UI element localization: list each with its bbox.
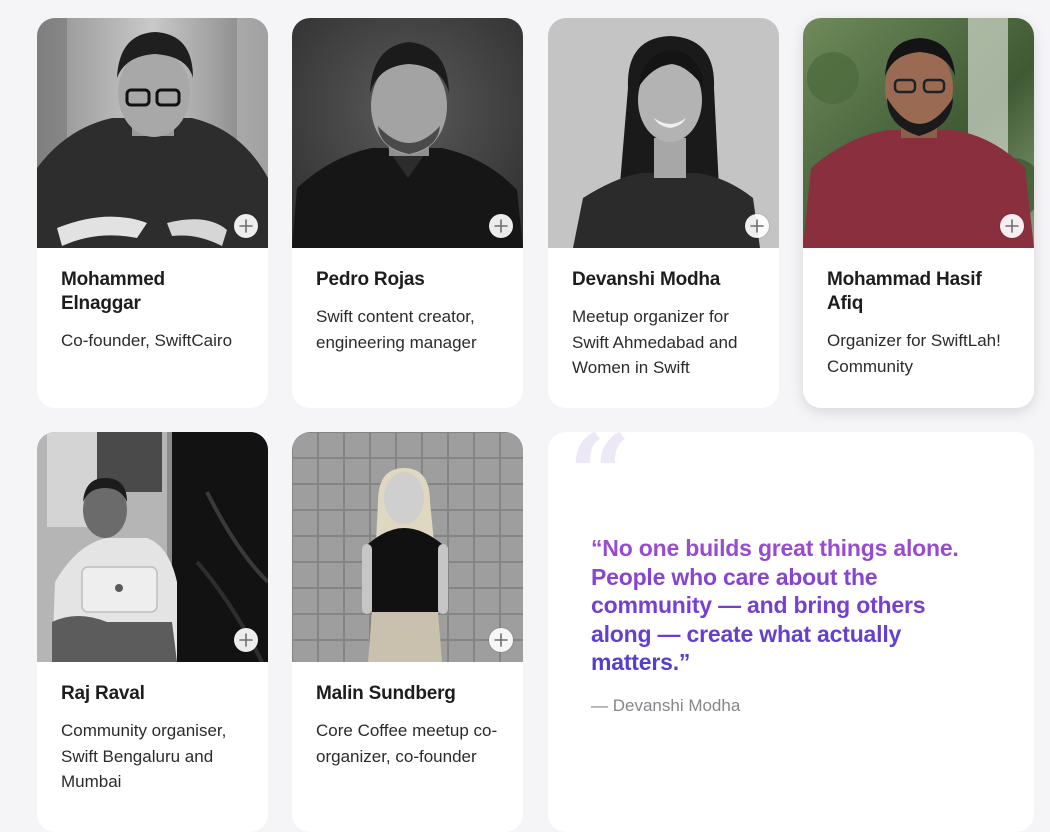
plus-icon bbox=[494, 633, 508, 647]
expand-button[interactable] bbox=[489, 214, 513, 238]
person-role: Organizer for SwiftLah! Community bbox=[827, 331, 1001, 376]
profile-photo bbox=[37, 432, 268, 662]
plus-icon bbox=[1005, 219, 1019, 233]
person-name: Raj Raval bbox=[61, 683, 145, 704]
expand-button[interactable] bbox=[234, 214, 258, 238]
person-role: Community organiser, Swift Bengaluru and… bbox=[61, 721, 227, 791]
person-role: Core Coffee meetup co-organizer, co-foun… bbox=[316, 721, 498, 766]
plus-icon bbox=[239, 219, 253, 233]
expand-button[interactable] bbox=[489, 628, 513, 652]
profile-photo bbox=[292, 432, 523, 662]
quote-author: — Devanshi Modha bbox=[591, 696, 741, 715]
plus-icon bbox=[494, 219, 508, 233]
person-name: Pedro Rojas bbox=[316, 269, 425, 290]
profile-photo bbox=[37, 18, 268, 248]
quote-mark-icon: “ bbox=[568, 432, 632, 539]
quote-text: “No one builds great things alone. Peopl… bbox=[591, 534, 971, 677]
quote-card: “ “No one builds great things alone. Peo… bbox=[548, 432, 1034, 832]
person-role: Co-founder, SwiftCairo bbox=[61, 331, 233, 350]
portrait-image bbox=[292, 18, 523, 248]
profile-card-pedro-rojas[interactable]: Pedro Rojas Swift content creator, engin… bbox=[292, 18, 523, 408]
profile-photo bbox=[803, 18, 1034, 248]
profile-card-malin-sundberg[interactable]: Malin Sundberg Core Coffee meetup co-org… bbox=[292, 432, 523, 832]
person-name: Devanshi Modha bbox=[572, 269, 721, 290]
person-name: Mohammed Elnaggar bbox=[61, 269, 165, 314]
profile-card-mohammed-elnaggar[interactable]: Mohammed Elnaggar Co-founder, SwiftCairo bbox=[37, 18, 268, 408]
profile-card-mohammad-hasif-afiq[interactable]: Mohammad Hasif Afiq Organizer for SwiftL… bbox=[803, 18, 1034, 408]
portrait-image bbox=[292, 432, 523, 662]
person-role: Swift content creator, engineering manag… bbox=[316, 307, 477, 352]
portrait-image bbox=[37, 432, 268, 662]
profile-photo bbox=[548, 18, 779, 248]
profile-card-devanshi-modha[interactable]: Devanshi Modha Meetup organizer for Swif… bbox=[548, 18, 779, 408]
profile-card-raj-raval[interactable]: Raj Raval Community organiser, Swift Ben… bbox=[37, 432, 268, 832]
person-name: Malin Sundberg bbox=[316, 683, 456, 704]
person-role: Meetup organizer for Swift Ahmedabad and… bbox=[572, 307, 738, 377]
expand-button[interactable] bbox=[1000, 214, 1024, 238]
profile-photo bbox=[292, 18, 523, 248]
portrait-image bbox=[803, 18, 1034, 248]
plus-icon bbox=[239, 633, 253, 647]
expand-button[interactable] bbox=[234, 628, 258, 652]
expand-button[interactable] bbox=[745, 214, 769, 238]
portrait-image bbox=[548, 18, 779, 248]
plus-icon bbox=[750, 219, 764, 233]
portrait-image bbox=[37, 18, 268, 248]
person-name: Mohammad Hasif Afiq bbox=[827, 269, 982, 314]
